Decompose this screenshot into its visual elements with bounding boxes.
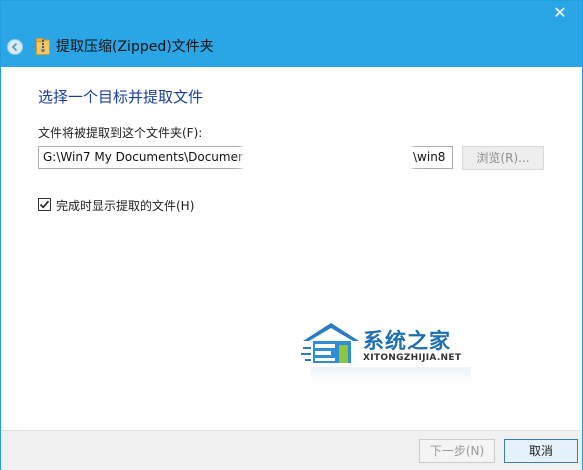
redacted-path-segment [243,146,411,169]
watermark-name: 系统之家 [363,329,451,353]
close-button[interactable]: ✕ [550,3,570,23]
checkmark-icon [39,200,50,209]
zipped-folder-icon [36,38,50,55]
show-extracted-files-checkbox[interactable] [38,198,51,211]
destination-path-value: G:\Win7 My Documents\Documents\ [43,150,261,164]
extract-zip-dialog: ✕ 提取压缩(Zipped)文件夹 选择一个目标并提取文件 文件将被提取到这个文… [0,0,583,470]
next-button[interactable]: 下一步(N) [419,439,495,463]
titlebar: ✕ 提取压缩(Zipped)文件夹 [1,1,582,67]
show-extracted-files-label: 完成时显示提取的文件(H) [56,199,195,213]
back-arrow-icon [7,39,23,55]
close-icon: ✕ [553,3,567,22]
destination-label: 文件将被提取到这个文件夹(F): [38,126,203,140]
watermark: 系统之家 XITONGZHIJIA.NET [301,319,476,389]
watermark-domain: XITONGZHIJIA.NET [363,353,462,363]
back-button[interactable] [7,39,23,55]
destination-path-tail: \win8 [413,150,446,164]
page-heading: 选择一个目标并提取文件 [38,88,204,106]
browse-button[interactable]: 浏览(R)... [462,146,544,170]
watermark-reflection [311,367,471,383]
house-logo-icon [301,323,359,363]
cancel-button[interactable]: 取消 [504,439,578,463]
window-title: 提取压缩(Zipped)文件夹 [56,39,214,55]
